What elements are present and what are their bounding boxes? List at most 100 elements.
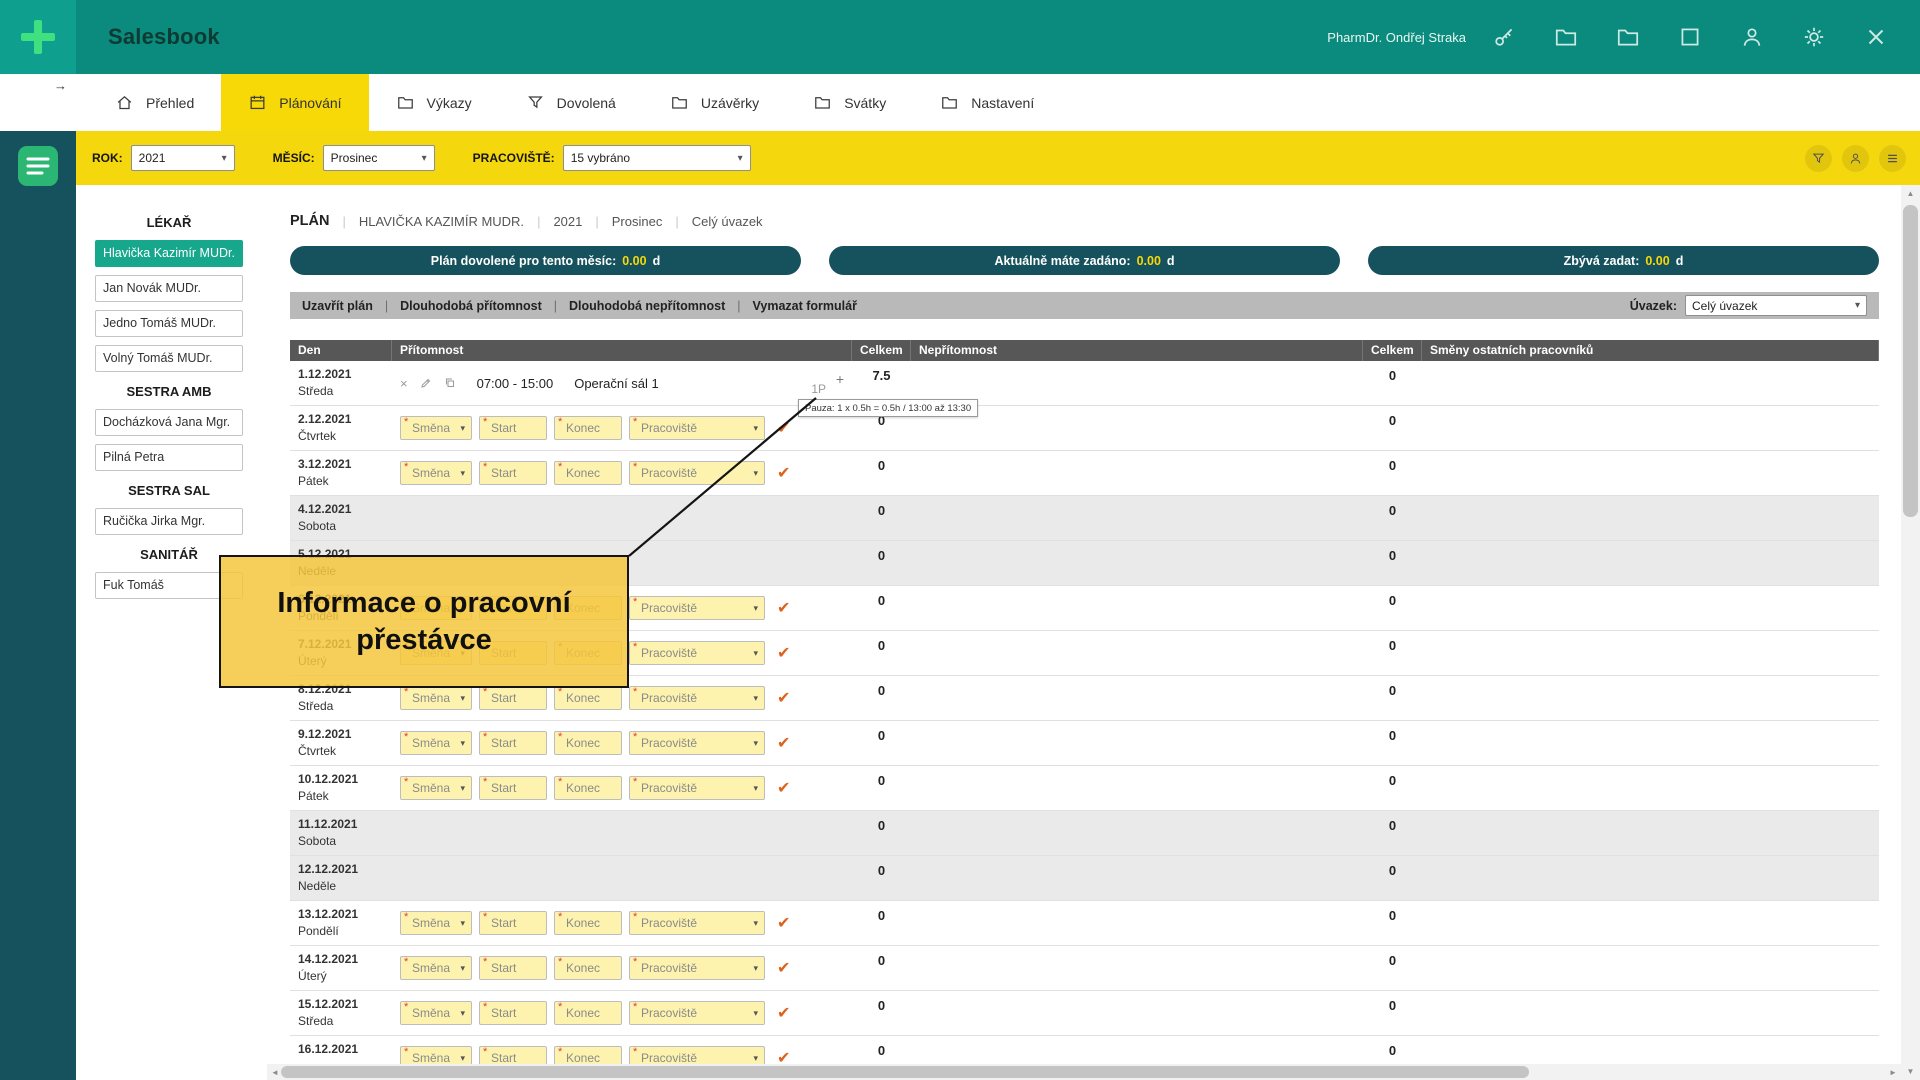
menu-button[interactable] — [1879, 145, 1906, 172]
start-input[interactable]: *Start — [479, 776, 547, 800]
shift-select[interactable]: *Směna▾ — [400, 686, 472, 710]
confirm-check-icon[interactable]: ✔ — [777, 958, 790, 978]
confirm-check-icon[interactable]: ✔ — [777, 778, 790, 798]
tab-svatky[interactable]: Svátky — [786, 74, 913, 131]
tab-nastaveni[interactable]: Nastavení — [913, 74, 1061, 131]
sidebar-item-rucicka-jirka-mgr[interactable]: Ručička Jirka Mgr. — [95, 508, 243, 535]
start-input[interactable]: *Start — [479, 686, 547, 710]
confirm-check-icon[interactable]: ✔ — [777, 418, 790, 438]
end-input[interactable]: *Konec — [554, 776, 622, 800]
scroll-up-icon[interactable]: ▲ — [1901, 185, 1920, 202]
workplace-row-select[interactable]: *Pracoviště▾ — [629, 956, 765, 980]
horizontal-scroll-thumb[interactable] — [281, 1066, 1529, 1078]
folder-icon[interactable] — [1550, 21, 1582, 53]
confirm-check-icon[interactable]: ✔ — [777, 733, 790, 753]
tab-uzaverky[interactable]: Uzávěrky — [643, 74, 786, 131]
end-input[interactable]: *Konec — [554, 956, 622, 980]
sidebar-item-dochazkova-jana-mgr[interactable]: Docházková Jana Mgr. — [95, 409, 243, 436]
confirm-check-icon[interactable]: ✔ — [777, 598, 790, 618]
end-input[interactable]: *Konec — [554, 911, 622, 935]
row-day-name: Úterý — [298, 969, 388, 983]
shift-select[interactable]: *Směna▾ — [400, 461, 472, 485]
required-marker: * — [483, 417, 487, 427]
workplace-row-select[interactable]: *Pracoviště▾ — [629, 596, 765, 620]
sidebar-item-hlavicka-kazimir-mudr[interactable]: Hlavička Kazimír MUDr. — [95, 240, 243, 267]
horizontal-scrollbar[interactable]: ◄ ► — [267, 1064, 1901, 1080]
clear-form-action[interactable]: Vymazat formulář — [725, 299, 857, 313]
tab-dovolena[interactable]: Dovolená — [499, 74, 643, 131]
start-input[interactable]: *Start — [479, 956, 547, 980]
close-icon[interactable] — [1860, 21, 1892, 53]
checklist-icon[interactable] — [16, 144, 60, 188]
workplace-row-select[interactable]: *Pracoviště▾ — [629, 461, 765, 485]
workplace-row-select[interactable]: *Pracoviště▾ — [629, 416, 765, 440]
shift-select[interactable]: *Směna▾ — [400, 731, 472, 755]
workplace-select[interactable]: 15 vybráno ▾ — [563, 145, 751, 171]
shift-select[interactable]: *Směna▾ — [400, 911, 472, 935]
vertical-scroll-thumb[interactable] — [1903, 205, 1918, 517]
shift-select[interactable]: *Směna▾ — [400, 956, 472, 980]
pause-badge[interactable]: 1P — [811, 382, 826, 396]
sidebar-item-pilna-petra[interactable]: Pilná Petra — [95, 444, 243, 471]
confirm-check-icon[interactable]: ✔ — [777, 1003, 790, 1023]
folder-icon[interactable] — [1612, 21, 1644, 53]
filter-button[interactable] — [1805, 145, 1832, 172]
tab-planovani[interactable]: Plánování — [221, 74, 368, 131]
expand-arrow-icon[interactable]: → — [54, 78, 67, 93]
gear-icon[interactable] — [1798, 21, 1830, 53]
frame-icon[interactable] — [1674, 21, 1706, 53]
start-input[interactable]: *Start — [479, 461, 547, 485]
start-input[interactable]: *Start — [479, 731, 547, 755]
end-input[interactable]: *Konec — [554, 416, 622, 440]
tab-vykazy[interactable]: Výkazy — [369, 74, 499, 131]
shift-select[interactable]: *Směna▾ — [400, 416, 472, 440]
confirm-check-icon[interactable]: ✔ — [777, 463, 790, 483]
contract-select[interactable]: Celý úvazek ▾ — [1685, 295, 1867, 316]
pause-tooltip: Pauza: 1 x 0.5h = 0.5h / 13:00 až 13:30 — [798, 399, 978, 417]
presence-total: 0 — [852, 451, 911, 495]
scroll-down-icon[interactable]: ▼ — [1901, 1063, 1920, 1080]
delete-icon[interactable]: × — [400, 377, 408, 390]
end-input[interactable]: *Konec — [554, 731, 622, 755]
add-entry-button[interactable]: + — [836, 371, 844, 387]
workplace-row-select[interactable]: *Pracoviště▾ — [629, 911, 765, 935]
longterm-presence-action[interactable]: Dlouhodobá přítomnost — [373, 299, 542, 313]
row-date: 14.12.2021 — [298, 952, 388, 966]
start-input[interactable]: *Start — [479, 416, 547, 440]
year-select[interactable]: 2021 ▾ — [131, 145, 235, 171]
workplace-row-select[interactable]: *Pracoviště▾ — [629, 641, 765, 665]
workplace-row-select[interactable]: *Pracoviště▾ — [629, 731, 765, 755]
start-input[interactable]: *Start — [479, 1001, 547, 1025]
longterm-absence-action[interactable]: Dlouhodobá nepřítomnost — [542, 299, 725, 313]
end-input[interactable]: *Konec — [554, 686, 622, 710]
copy-icon[interactable] — [444, 377, 456, 389]
workplace-row-select[interactable]: *Pracoviště▾ — [629, 686, 765, 710]
close-plan-action[interactable]: Uzavřít plán — [302, 299, 373, 313]
month-select[interactable]: Prosinec ▾ — [323, 145, 435, 171]
workplace-row-select[interactable]: *Pracoviště▾ — [629, 776, 765, 800]
tab-prehled[interactable]: Přehled — [88, 74, 221, 131]
required-marker: * — [558, 462, 562, 472]
start-input[interactable]: *Start — [479, 911, 547, 935]
sidebar-item-jan-novak-mudr[interactable]: Jan Novák MUDr. — [95, 275, 243, 302]
user-button[interactable] — [1842, 145, 1869, 172]
scroll-right-icon[interactable]: ► — [1885, 1064, 1901, 1080]
app-logo[interactable] — [0, 0, 76, 74]
edit-pencil-icon[interactable] — [420, 377, 432, 389]
shift-select[interactable]: *Směna▾ — [400, 776, 472, 800]
vertical-scrollbar[interactable]: ▲ ▼ — [1901, 185, 1920, 1080]
confirm-check-icon[interactable]: ✔ — [777, 913, 790, 933]
key-icon[interactable] — [1488, 21, 1520, 53]
confirm-check-icon[interactable]: ✔ — [777, 688, 790, 708]
end-input[interactable]: *Konec — [554, 1001, 622, 1025]
shift-select[interactable]: *Směna▾ — [400, 1001, 472, 1025]
confirm-check-icon[interactable]: ✔ — [777, 643, 790, 663]
presence-total: 0 — [852, 811, 911, 855]
end-input[interactable]: *Konec — [554, 461, 622, 485]
top-header: Salesbook PharmDr. Ondřej Straka — [0, 0, 1920, 74]
sidebar-item-volny-tomas-mudr[interactable]: Volný Tomáš MUDr. — [95, 345, 243, 372]
workplace-row-select[interactable]: *Pracoviště▾ — [629, 1001, 765, 1025]
sidebar-item-jedno-tomas-mudr[interactable]: Jedno Tomáš MUDr. — [95, 310, 243, 337]
user-icon[interactable] — [1736, 21, 1768, 53]
chevron-down-icon: ▾ — [460, 963, 465, 974]
